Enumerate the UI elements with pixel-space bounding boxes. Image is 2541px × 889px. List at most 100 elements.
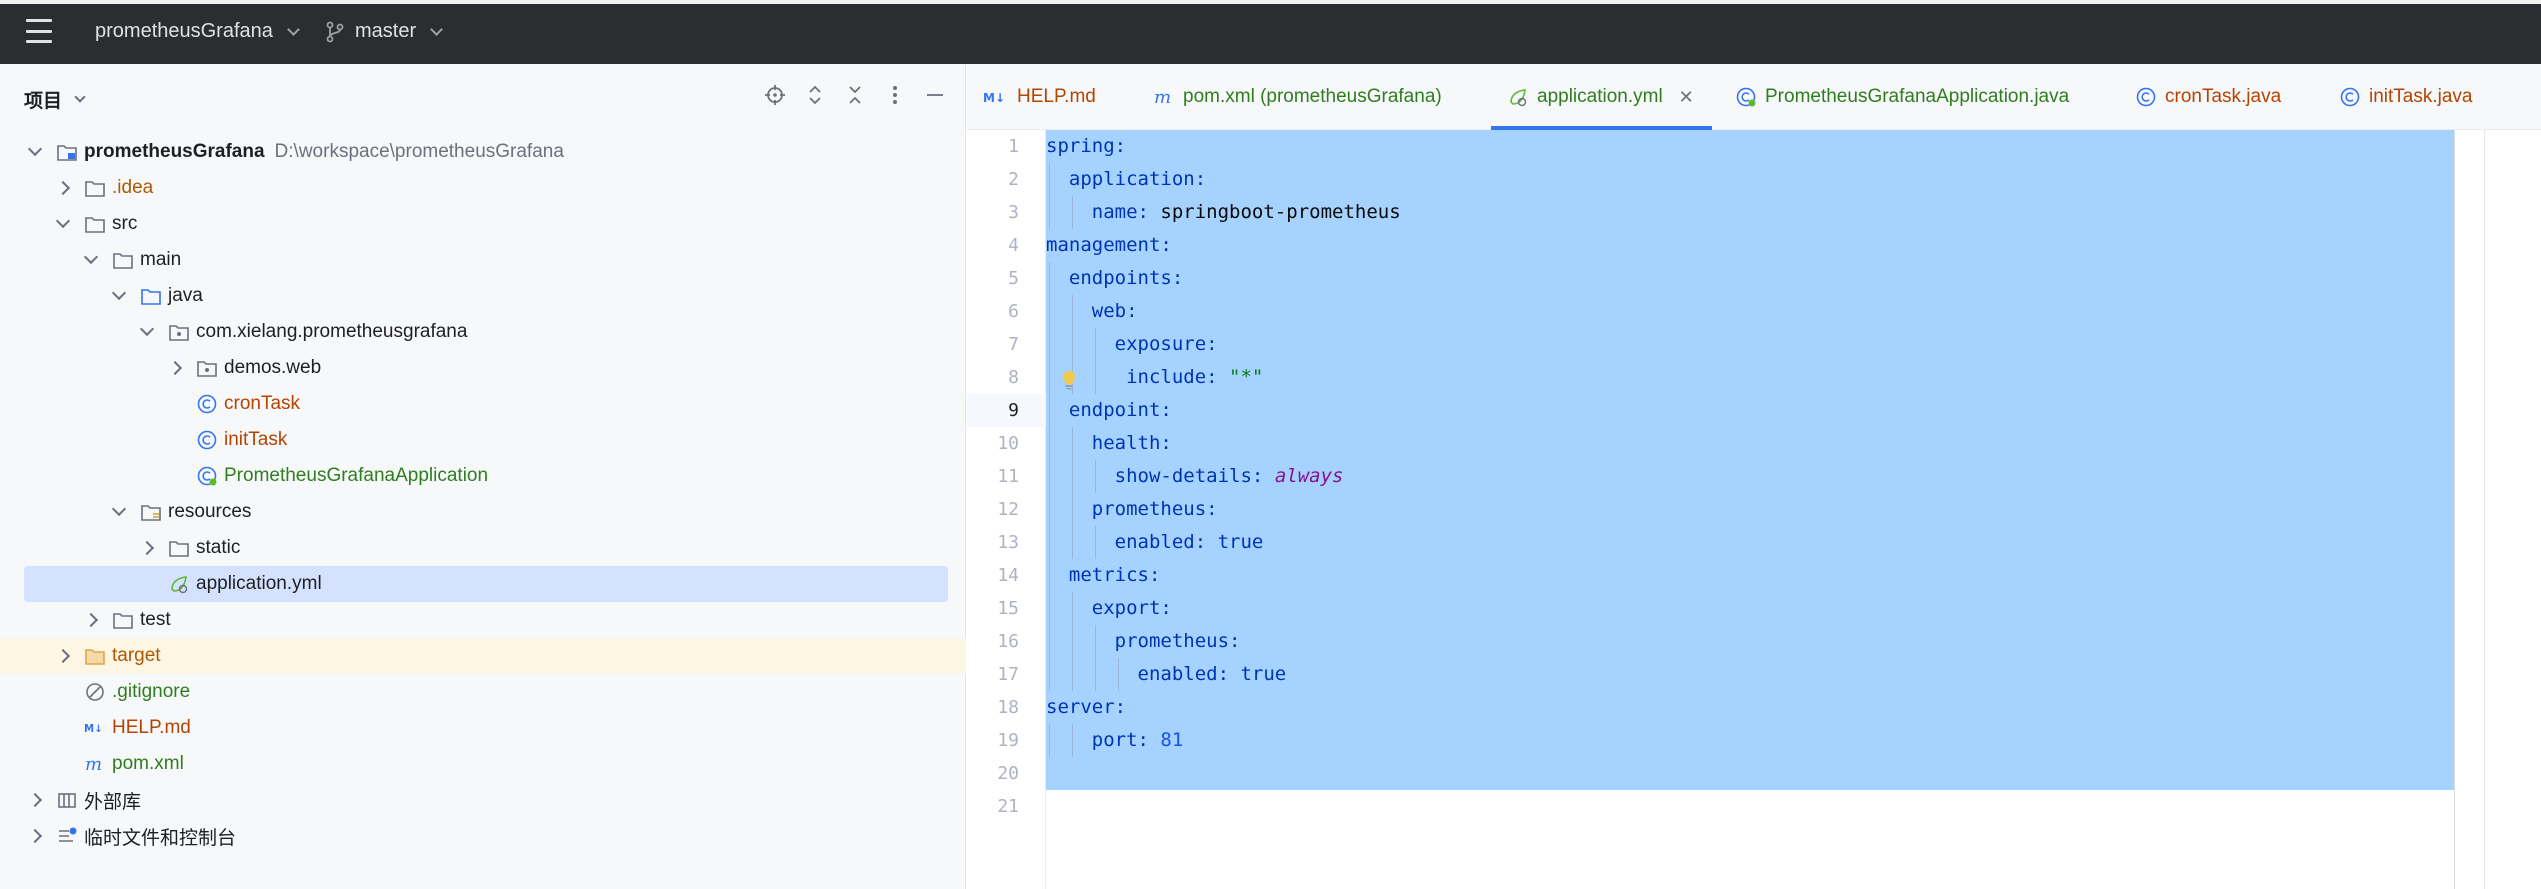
tab-application-yml[interactable]: application.yml ✕ [1491,64,1712,130]
chevron-right-icon[interactable] [168,350,182,386]
main-menu-icon[interactable] [26,19,52,43]
tree-item-scratches[interactable]: 临时文件和控制台 [0,818,966,854]
chevron-right-icon[interactable] [28,782,42,818]
indent-guide [1095,658,1097,691]
project-selector[interactable]: prometheusGrafana [95,20,300,43]
locate-file-icon[interactable] [764,82,786,108]
tree-item-crontask[interactable]: cronTask [0,386,966,422]
branch-selector[interactable]: master [325,20,443,43]
spring-config-icon [1507,86,1529,108]
yaml-separator: : [1160,432,1172,454]
tree-item-label: HELP.md [112,717,191,738]
yaml-separator: : [1114,135,1127,157]
tree-item-help-md[interactable]: M↓ HELP.md [0,710,966,746]
tree-item-pom-xml[interactable]: m pom.xml [0,746,966,782]
tab-application-java[interactable]: PrometheusGrafanaApplication.java [1735,64,2069,130]
lightbulb-icon[interactable] [1060,370,1078,390]
scratches-icon [56,825,78,847]
indent-guide [1049,361,1050,394]
indent-guide [1072,526,1074,559]
line-number: 17 [997,664,1019,685]
chevron-right-icon[interactable] [28,818,42,854]
line-number: 7 [1008,334,1019,355]
code-line: prometheus: [1046,625,1241,658]
tree-item-label: static [196,537,241,558]
indent-guide [1049,427,1050,460]
yaml-key: exposure [1114,333,1207,355]
indent-guide [1072,196,1074,229]
yaml-key: endpoints [1068,267,1172,289]
code-line: application: [1046,163,1206,196]
tree-item-test[interactable]: test [0,602,966,638]
chevron-down-icon[interactable] [28,134,42,170]
code-line: include: "*" [1046,361,1263,394]
line-number: 9 [1008,400,1019,421]
expand-all-icon[interactable] [804,82,826,108]
chevron-right-icon[interactable] [84,602,98,638]
line-number: 3 [1008,202,1019,223]
close-icon[interactable]: ✕ [1679,87,1694,108]
tree-item-src[interactable]: src [0,206,966,242]
tab-help-md[interactable]: M↓ HELP.md [983,64,1096,130]
chevron-right-icon[interactable] [56,170,70,206]
tab-inittask-java[interactable]: initTask.java [2339,64,2473,130]
project-view-selector[interactable]: 项目 [24,86,86,113]
chevron-right-icon[interactable] [56,638,70,674]
yaml-key: enabled [1137,663,1218,685]
tree-item-idea[interactable]: .idea [0,170,966,206]
tree-item-target[interactable]: target [0,638,966,674]
git-branch-icon [326,21,344,42]
tree-item-main[interactable]: main [0,242,966,278]
library-icon [56,789,78,811]
code-line: server: [1046,691,1126,724]
tree-item-demos-web[interactable]: demos.web [0,350,966,386]
yaml-value: true [1240,663,1287,685]
yaml-key: export [1091,597,1161,619]
line-number: 20 [997,763,1019,784]
yaml-separator: : [1194,168,1207,190]
indent-guide [1049,658,1050,691]
code-editor[interactable]: 1 2 3 4 5 6 7 8 9 10 11 12 13 14 15 16 17 18 19 20 21 spring… [967,130,2541,889]
tree-item-gitignore[interactable]: .gitignore [0,674,966,710]
hide-panel-icon[interactable] [924,82,946,108]
markdown-icon: M↓ [983,86,1009,108]
svg-text:m: m [85,754,102,775]
java-class-icon [196,429,218,451]
tree-item-java[interactable]: java [0,278,966,314]
yaml-separator: : [1229,630,1241,652]
tab-crontask-java[interactable]: cronTask.java [2135,64,2281,130]
tree-item-application-class[interactable]: PrometheusGrafanaApplication [0,458,966,494]
tree-item-label: application.yml [196,573,322,594]
yaml-separator: : [1251,465,1275,487]
tab-pom-xml[interactable]: m pom.xml (prometheusGrafana) [1153,64,1442,130]
tree-item-resources[interactable]: resources [0,494,966,530]
chevron-down-icon[interactable] [84,242,98,278]
indent-guide [1072,295,1074,328]
tree-item-package[interactable]: com.xielang.prometheusgrafana [0,314,966,350]
chevron-down-icon[interactable] [112,278,126,314]
indent-guide [1072,724,1074,757]
code-line: enabled: true [1046,658,1287,691]
yaml-key: server [1046,696,1115,718]
window-top-strip [0,0,2541,4]
yaml-separator: : [1217,663,1241,685]
line-number-gutter[interactable]: 1 2 3 4 5 6 7 8 9 10 11 12 13 14 15 16 17 18 19 20 21 [967,130,1046,889]
chevron-right-icon[interactable] [140,530,154,566]
chevron-down-icon[interactable] [112,494,126,530]
line-number: 13 [997,532,1019,553]
tree-item-external-libraries[interactable]: 外部库 [0,782,966,818]
tree-item-inittask[interactable]: initTask [0,422,966,458]
tree-item-application-yml[interactable]: application.yml [24,566,948,602]
svg-text:M↓: M↓ [983,91,1005,105]
tree-item-label: main [140,249,182,270]
collapse-all-icon[interactable] [844,82,866,108]
chevron-down-icon[interactable] [140,314,154,350]
line-number: 21 [997,796,1019,817]
indent-guide [1095,625,1097,658]
more-options-icon[interactable] [884,82,906,108]
chevron-down-icon[interactable] [56,206,70,242]
tree-item-project-root[interactable]: prometheusGrafana D:\workspace\prometheu… [0,134,966,170]
tree-item-static[interactable]: static [0,530,966,566]
